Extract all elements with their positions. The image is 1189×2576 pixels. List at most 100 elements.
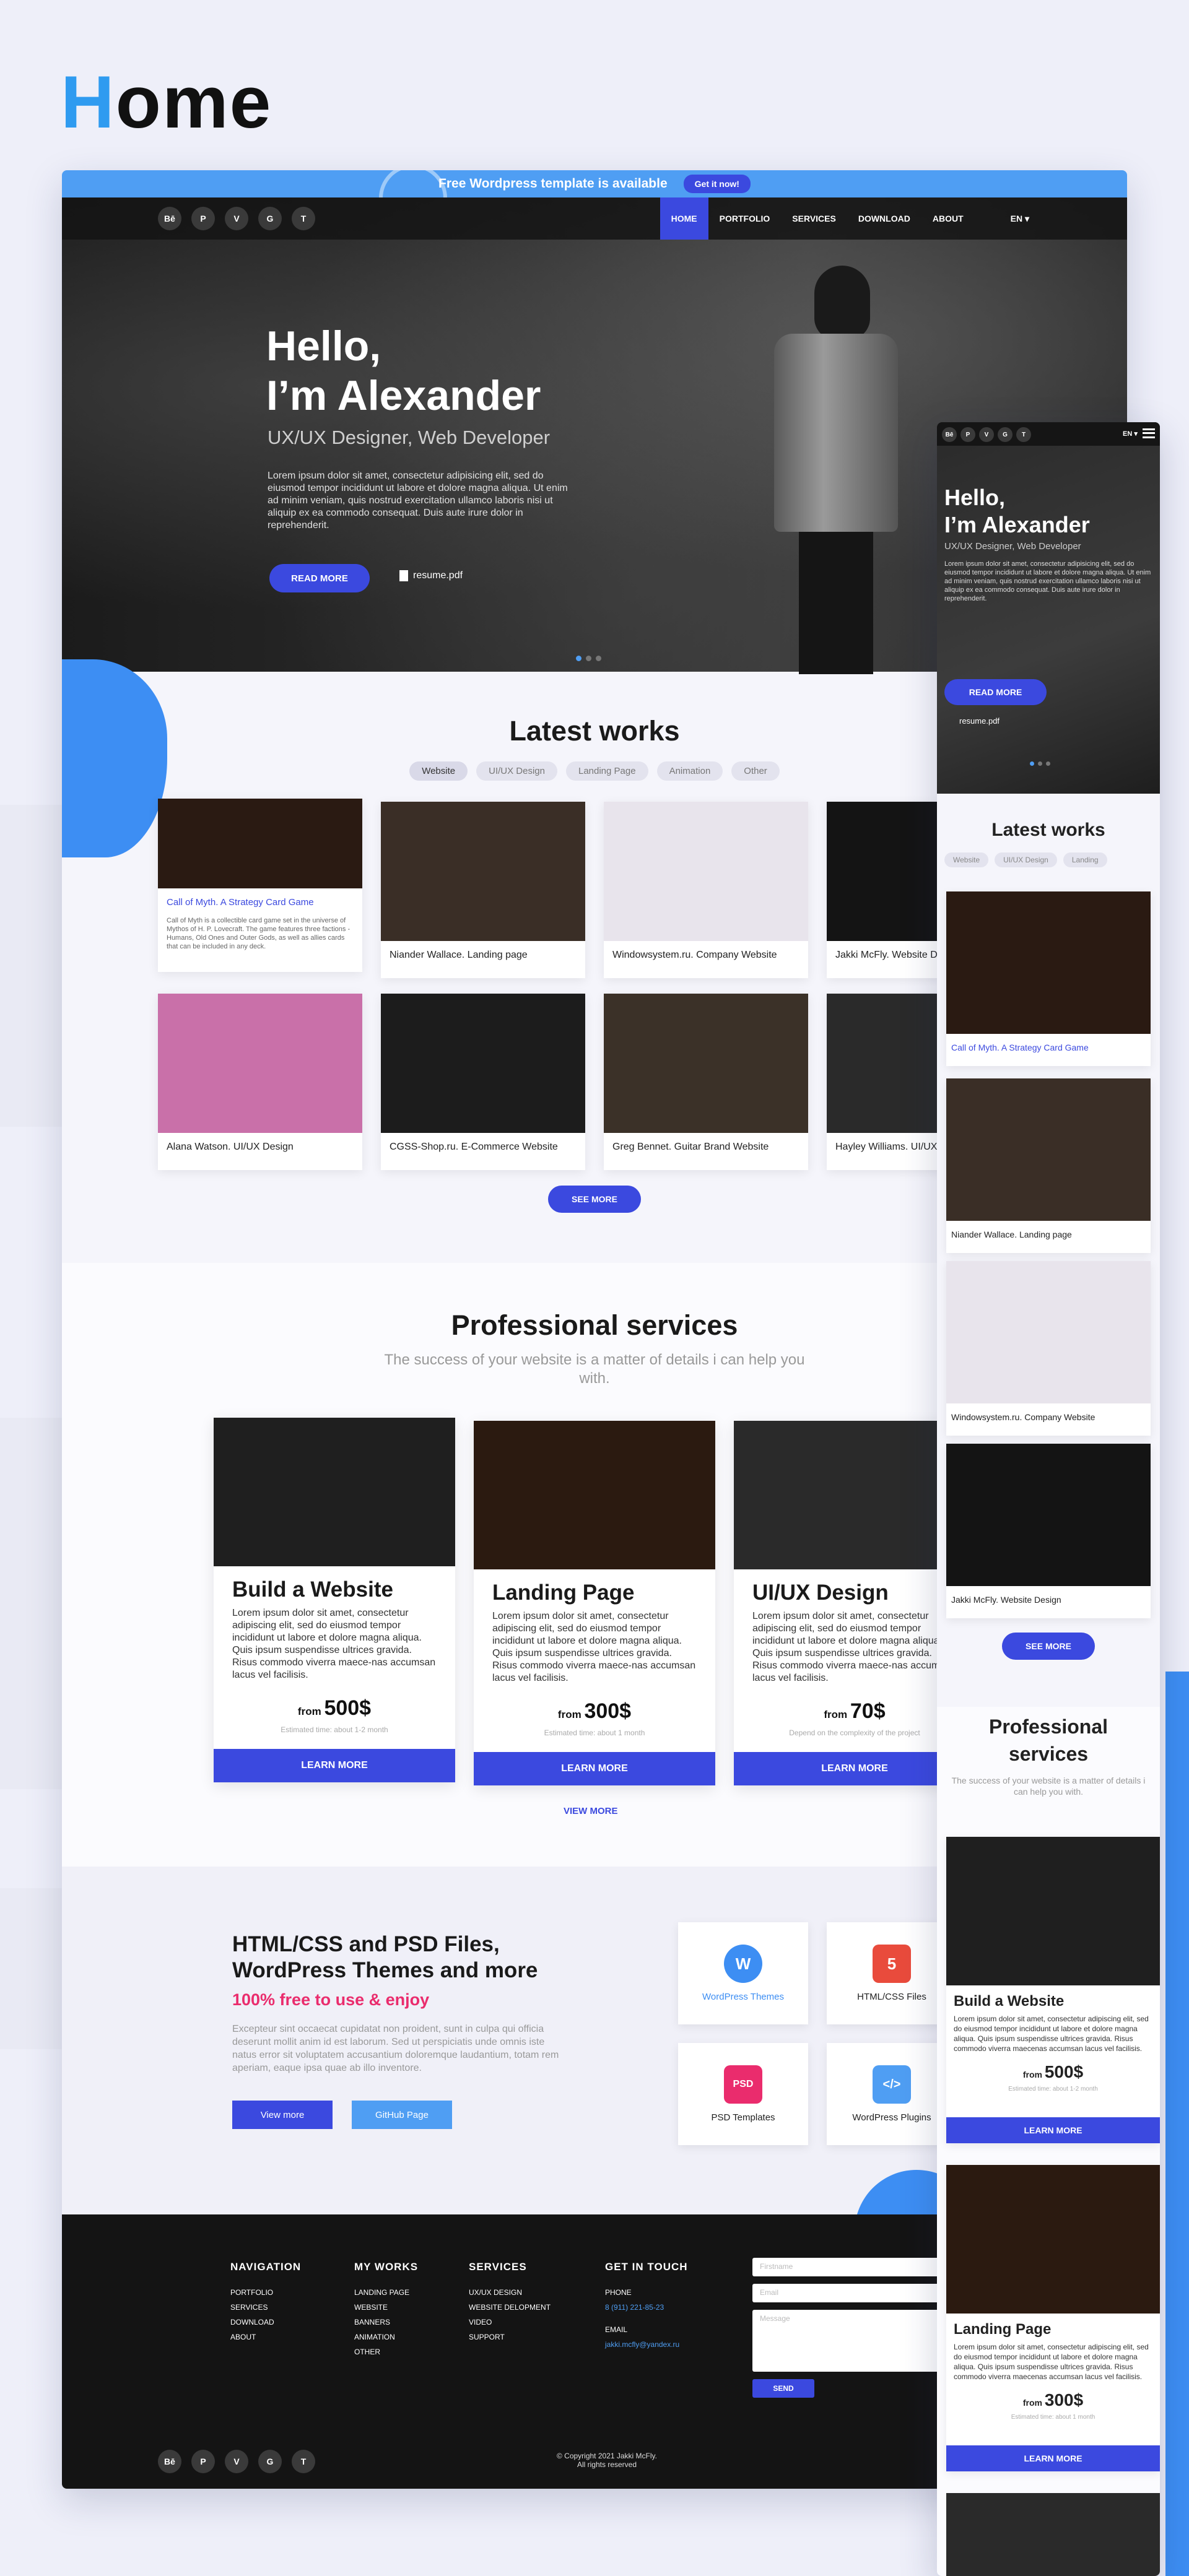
read-more-button[interactable]: READ MORE bbox=[269, 564, 370, 592]
footer-link[interactable]: LANDING PAGE bbox=[354, 2288, 418, 2297]
learn-more-button[interactable]: LEARN MORE bbox=[474, 1752, 715, 1785]
resume-link[interactable]: resume.pdf bbox=[399, 570, 463, 581]
email-address[interactable]: jakki.mcfly@yandex.ru bbox=[605, 2340, 688, 2349]
mobile-hero-text: Lorem ipsum dolor sit amet, consectetur … bbox=[944, 560, 1151, 602]
menu-download[interactable]: DOWNLOAD bbox=[847, 197, 921, 240]
slider-dot[interactable] bbox=[576, 656, 581, 661]
send-button[interactable]: SEND bbox=[752, 2379, 814, 2398]
view-more-button[interactable]: View more bbox=[232, 2101, 333, 2129]
filter-animation[interactable]: Animation bbox=[656, 761, 723, 781]
slider-dot[interactable] bbox=[1030, 761, 1034, 766]
service-card: Landing Page Lorem ipsum dolor sit amet,… bbox=[474, 1421, 715, 1785]
mobile-resume-link[interactable]: resume.pdf bbox=[959, 716, 1000, 726]
behance-icon[interactable]: Bē bbox=[942, 427, 957, 442]
footer-link[interactable]: WEBSITE bbox=[354, 2303, 418, 2312]
wordpress-themes-tile[interactable]: W WordPress Themes bbox=[678, 1922, 808, 2024]
footer-link[interactable]: OTHER bbox=[354, 2348, 418, 2356]
footer-link[interactable]: VIDEO bbox=[469, 2318, 551, 2327]
view-more-link[interactable]: VIEW MORE bbox=[564, 1806, 618, 1816]
telegram-icon[interactable]: T bbox=[292, 207, 315, 230]
work-card[interactable]: Call of Myth. A Strategy Card Game Call … bbox=[158, 799, 362, 972]
work-card[interactable]: Windowsystem.ru. Company Website bbox=[604, 802, 808, 978]
footer-link[interactable]: BANNERS bbox=[354, 2318, 418, 2327]
service-image bbox=[474, 1421, 715, 1569]
mobile-work-card[interactable]: Niander Wallace. Landing page bbox=[946, 1078, 1151, 1253]
filter-uiux[interactable]: UI/UX Design bbox=[995, 852, 1057, 867]
work-card[interactable]: Greg Bennet. Guitar Brand Website bbox=[604, 994, 808, 1170]
vimeo-icon[interactable]: V bbox=[225, 207, 248, 230]
mobile-service-card: Build a Website Lorem ipsum dolor sit am… bbox=[946, 1837, 1160, 2143]
footer-link[interactable]: SUPPORT bbox=[469, 2333, 551, 2341]
phone-number[interactable]: 8 (911) 221-85-23 bbox=[605, 2303, 688, 2312]
footer-link[interactable]: DOWNLOAD bbox=[230, 2318, 301, 2327]
menu-services[interactable]: SERVICES bbox=[781, 197, 847, 240]
footer-link[interactable]: UX/UX DESIGN bbox=[469, 2288, 551, 2297]
learn-more-button[interactable]: LEARN MORE bbox=[946, 2445, 1160, 2471]
mobile-work-card[interactable]: Call of Myth. A Strategy Card Game bbox=[946, 891, 1151, 1066]
footer-link[interactable]: PORTFOLIO bbox=[230, 2288, 301, 2297]
github-icon[interactable]: G bbox=[998, 427, 1013, 442]
message-field[interactable]: Message bbox=[752, 2310, 944, 2372]
work-card[interactable]: Niander Wallace. Landing page bbox=[381, 802, 585, 978]
telegram-icon[interactable]: T bbox=[292, 2450, 315, 2473]
mobile-work-card[interactable]: Windowsystem.ru. Company Website bbox=[946, 1261, 1151, 1436]
slider-dot[interactable] bbox=[1038, 761, 1042, 766]
slider-dot[interactable] bbox=[586, 656, 591, 661]
mobile-see-more-button[interactable]: SEE MORE bbox=[1002, 1633, 1095, 1660]
github-icon[interactable]: G bbox=[258, 2450, 282, 2473]
slider-dot[interactable] bbox=[596, 656, 601, 661]
footer-link[interactable]: WEBSITE DELOPMENT bbox=[469, 2303, 551, 2312]
language-select[interactable]: EN ▾ bbox=[1000, 197, 1040, 240]
firstname-field[interactable]: Firstname bbox=[752, 2258, 944, 2276]
work-card[interactable]: Alana Watson. UI/UX Design bbox=[158, 994, 362, 1170]
mobile-slider-dots[interactable] bbox=[1030, 761, 1050, 766]
telegram-icon[interactable]: T bbox=[1016, 427, 1031, 442]
footer-link[interactable]: ABOUT bbox=[230, 2333, 301, 2341]
filter-website[interactable]: Website bbox=[944, 852, 989, 867]
service-title: Landing Page bbox=[492, 1581, 635, 1605]
menu-home[interactable]: HOME bbox=[660, 197, 708, 240]
filter-other[interactable]: Other bbox=[731, 761, 780, 781]
slider-dot[interactable] bbox=[1046, 761, 1050, 766]
psd-templates-tile[interactable]: PSD PSD Templates bbox=[678, 2043, 808, 2145]
github-page-button[interactable]: GitHub Page bbox=[352, 2101, 452, 2129]
work-card[interactable]: CGSS-Shop.ru. E-Commerce Website bbox=[381, 994, 585, 1170]
mobile-language[interactable]: EN ▾ bbox=[1123, 430, 1138, 438]
menu-about[interactable]: ABOUT bbox=[921, 197, 975, 240]
mobile-read-more-button[interactable]: READ MORE bbox=[944, 679, 1047, 705]
learn-more-button[interactable]: LEARN MORE bbox=[946, 2117, 1160, 2143]
file-icon bbox=[399, 570, 408, 581]
see-more-button[interactable]: SEE MORE bbox=[548, 1186, 641, 1213]
filter-website[interactable]: Website bbox=[409, 761, 468, 781]
learn-more-button[interactable]: LEARN MORE bbox=[214, 1749, 455, 1782]
pinterest-icon[interactable]: P bbox=[191, 207, 215, 230]
footer-link[interactable]: SERVICES bbox=[230, 2303, 301, 2312]
service-text: Lorem ipsum dolor sit amet, consectetur … bbox=[232, 1608, 436, 1680]
filter-uiux[interactable]: UI/UX Design bbox=[476, 761, 557, 781]
pinterest-icon[interactable]: P bbox=[191, 2450, 215, 2473]
filter-landing[interactable]: Landing Page bbox=[565, 761, 648, 781]
work-thumbnail bbox=[158, 994, 362, 1133]
get-it-now-button[interactable]: Get it now! bbox=[683, 175, 751, 193]
filter-landing[interactable]: Landing bbox=[1063, 852, 1107, 867]
social-links: Bē P V G T bbox=[158, 207, 315, 230]
hero-slider-dots[interactable] bbox=[576, 656, 601, 661]
vimeo-icon[interactable]: V bbox=[225, 2450, 248, 2473]
footer-link[interactable]: ANIMATION bbox=[354, 2333, 418, 2341]
behance-icon[interactable]: Bē bbox=[158, 2450, 181, 2473]
pinterest-icon[interactable]: P bbox=[960, 427, 975, 442]
menu-portfolio[interactable]: PORTFOLIO bbox=[708, 197, 782, 240]
mobile-work-card[interactable]: Jakki McFly. Website Design bbox=[946, 1444, 1151, 1618]
service-price: from 500$ bbox=[946, 2062, 1160, 2082]
service-estimate: Estimated time: about 1-2 month bbox=[281, 1725, 388, 1734]
service-image bbox=[214, 1418, 455, 1566]
vimeo-icon[interactable]: V bbox=[979, 427, 994, 442]
decorative-blob bbox=[62, 659, 167, 857]
email-field[interactable]: Email bbox=[752, 2284, 944, 2302]
service-image bbox=[946, 2165, 1160, 2314]
github-icon[interactable]: G bbox=[258, 207, 282, 230]
mobile-hero-heading: Hello, I’m Alexander bbox=[944, 484, 1090, 539]
behance-icon[interactable]: Bē bbox=[158, 207, 181, 230]
hamburger-menu-icon[interactable] bbox=[1143, 428, 1155, 438]
services-subtitle: The success of your website is a matter … bbox=[384, 1351, 805, 1387]
